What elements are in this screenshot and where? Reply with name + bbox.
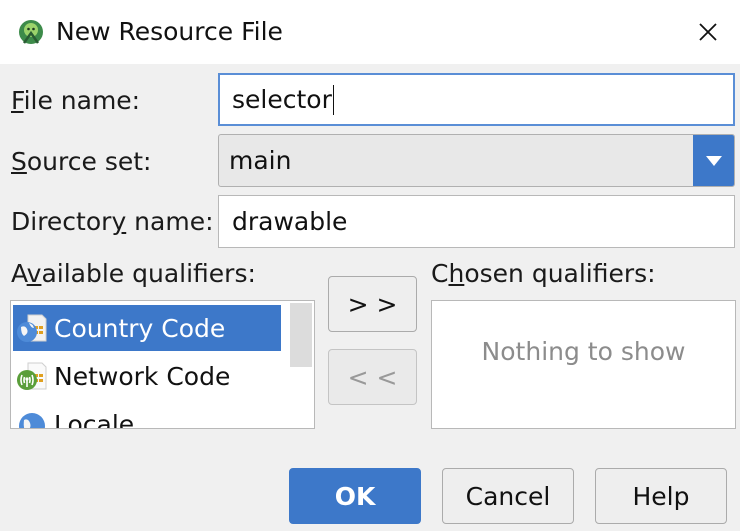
source-set-value: main [229, 146, 292, 175]
window-title: New Resource File [56, 17, 283, 46]
ok-button[interactable]: OK [289, 468, 421, 524]
text-caret [332, 84, 335, 115]
globe-icon [19, 413, 45, 428]
file-name-value: selector [232, 85, 332, 114]
list-item-country-code[interactable]: Country Code [13, 305, 281, 351]
close-button[interactable] [676, 0, 740, 64]
cancel-button[interactable]: Cancel [442, 468, 574, 524]
globe-sim-icon [17, 314, 47, 342]
available-qualifiers-label: Available qualifiers: [11, 259, 256, 288]
remove-qualifier-button[interactable]: < < [328, 349, 417, 405]
antenna-sim-icon [17, 362, 47, 390]
chevron-down-icon [705, 155, 722, 166]
source-set-select[interactable]: main [218, 134, 735, 187]
file-name-label: File name: [11, 86, 141, 115]
dropdown-arrow[interactable] [693, 135, 734, 186]
add-qualifier-button[interactable]: > > [328, 276, 417, 332]
close-icon [699, 23, 717, 41]
chosen-qualifiers-label: Chosen qualifiers: [431, 259, 656, 288]
list-item-locale[interactable]: Locale [13, 401, 281, 429]
scrollbar-thumb[interactable] [290, 303, 312, 367]
android-studio-icon [19, 20, 43, 44]
list-item-label: Network Code [54, 361, 231, 391]
directory-name-value: drawable [232, 207, 348, 236]
directory-name-label: Directory name: [11, 207, 214, 236]
source-set-label: Source set: [11, 147, 152, 176]
directory-name-input[interactable]: drawable [218, 195, 735, 248]
title-bar: New Resource File [0, 0, 740, 64]
empty-state-text: Nothing to show [481, 337, 686, 366]
help-button[interactable]: Help [595, 468, 727, 524]
chosen-qualifiers-list[interactable]: Nothing to show [431, 300, 736, 429]
list-item-label: Country Code [54, 313, 226, 343]
list-item-network-code[interactable]: Network Code [13, 353, 281, 399]
file-name-input[interactable]: selector [218, 73, 735, 126]
available-qualifiers-list[interactable]: Country Code Network Code Locale [10, 300, 315, 429]
list-item-label: Locale [54, 409, 135, 429]
